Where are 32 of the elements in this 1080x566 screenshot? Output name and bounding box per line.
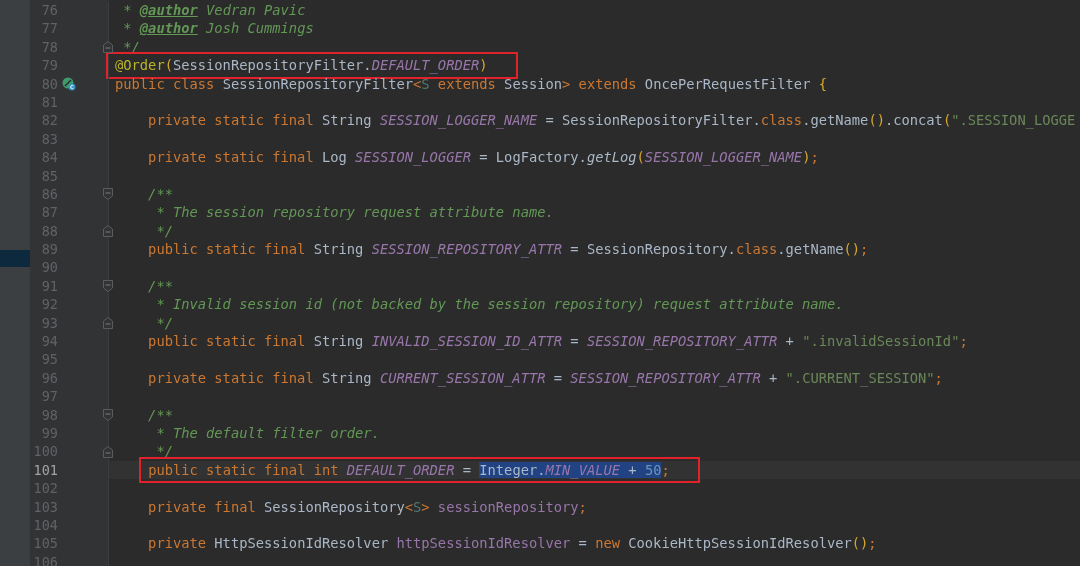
code-line: public static final int DEFAULT_ORDER = Integer.MIN_VALUE + 50; [148,461,670,478]
code-line: /** [147,185,173,202]
fold-marker-icon[interactable] [103,316,113,329]
fold-marker-icon[interactable] [103,280,113,293]
code-line: /** [147,406,173,423]
fold-marker-icon[interactable] [103,188,113,201]
fold-marker-icon[interactable] [103,224,113,237]
fold-marker-icon[interactable] [103,408,113,421]
code-line: * The default filter order. [155,425,380,441]
code-line: /** [147,277,173,294]
line-number: 101 [32,460,58,480]
fold-marker-icon[interactable] [103,41,113,53]
class-gutter-icon[interactable] [62,76,76,91]
code-line: private static final String SESSION_LOGGER_NAME = SessionRepositoryFilter.class.getName().concat(".SESSION_LOGGE [147,112,1076,129]
code-line: * The session repository request attribute name. [155,204,554,221]
code-line: private static final Log SESSION_LOGGER = LogFactory.getLog(SESSION_LOGGER_NAME); [147,149,819,166]
code-line: public static final String SESSION_REPOSITORY_ATTR = SessionRepository.class.getName(); [147,241,869,258]
code-line: * @author Josh Cummings [122,20,314,37]
code-line: private final SessionRepository<S> sessionRepository; [147,498,587,515]
code-line: @Order(SessionRepositoryFilter.DEFAULT_ORDER) [115,57,488,74]
code-line: * @author Vedran Pavic [122,2,306,18]
code-line: * Invalid session id (not backed by the session repository) request attribute name. [155,296,844,313]
selected-row-highlight [0,250,30,267]
code-line: public static final String INVALID_SESSION_ID_ATTR = SESSION_REPOSITORY_ATTR + ".invalidSessionId"; [147,333,968,350]
code-line: private static final String CURRENT_SESSION_ATTR = SESSION_REPOSITORY_ATTR + ".CURRENT_SESSION"; [147,369,943,386]
code-line: */ [155,222,173,239]
code-line: */ [155,443,173,460]
code-line: */ [155,314,173,331]
code-line: */ [122,38,140,55]
code-line: public class SessionRepositoryFilter<S extends Session> extends OncePerRequestFilter { [115,75,827,92]
fold-marker-icon[interactable] [103,445,113,458]
code-line: private HttpSessionIdResolver httpSessionIdResolver = new CookieHttpSessionIdResolver(); [147,535,877,552]
